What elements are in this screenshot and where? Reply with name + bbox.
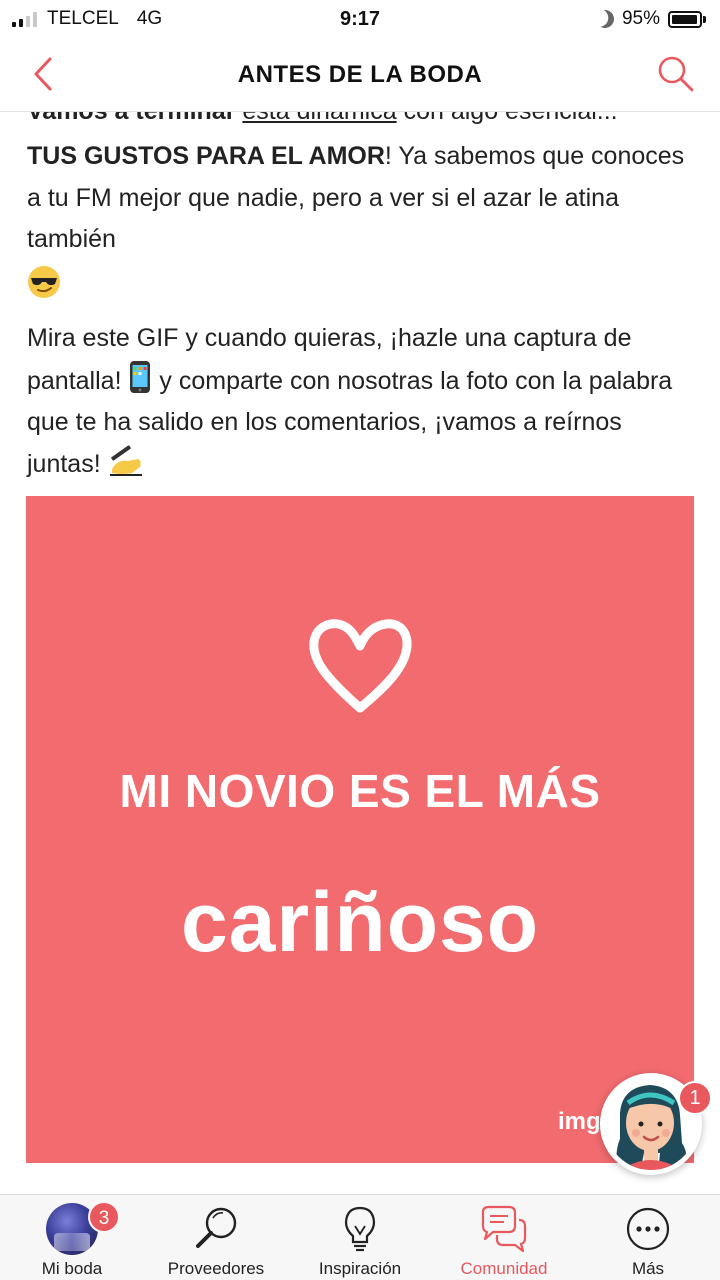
nav-icon-wrapper (188, 1203, 244, 1255)
nav-item-comunidad[interactable]: Comunidad (432, 1195, 576, 1280)
nav-label-mas: Más (631, 1259, 665, 1278)
nav-label-mi-boda: Mi boda (41, 1259, 103, 1278)
gif-text-line-1: MI NOVIO ES EL MÁS (119, 765, 601, 817)
chevron-left-icon (34, 57, 52, 91)
app-header: ANTES DE LA BODA (0, 38, 720, 112)
magnifier-icon (196, 1207, 237, 1248)
nav-label-inspiracion: Inspiración (318, 1259, 402, 1278)
writing-hand-icon (109, 444, 142, 476)
back-button[interactable] (28, 56, 64, 92)
carrier-name: TELCEL (47, 8, 119, 29)
post-text-cut-line: Vamos a terminar esta dinámica con algo … (27, 112, 697, 133)
nav-icon-wrapper (476, 1203, 532, 1255)
heart-icon (309, 619, 412, 713)
gif-watermark: img (558, 1108, 601, 1135)
search-icon (658, 56, 694, 92)
status-bar: TELCEL 4G 9:17 95% (0, 0, 720, 38)
cut-line-end: con algo esencial... (397, 112, 618, 125)
status-left: TELCEL 4G (12, 8, 162, 30)
network-type: 4G (136, 8, 163, 29)
chat-bubbles-icon (481, 1205, 527, 1253)
do-not-disturb-icon (593, 7, 616, 30)
mobile-phone-icon (130, 360, 151, 393)
post-paragraph-1: TUS GUSTOS PARA EL AMOR! Ya sabemos que … (27, 136, 697, 302)
signal-icon (12, 11, 37, 27)
battery-icon (668, 10, 706, 28)
nav-label-proveedores: Proveedores (167, 1259, 265, 1278)
gif-text-line-2: cariñoso (180, 875, 540, 969)
battery-percent: 95% (621, 8, 660, 29)
post-content: Vamos a terminar esta dinámica con algo … (0, 112, 720, 1194)
page-title: ANTES DE LA BODA (237, 60, 483, 88)
more-dots-icon (626, 1207, 670, 1251)
cut-line-start: Vamos a terminar (27, 112, 242, 125)
bottom-nav: 3 Mi boda Proveedores Inspiración Comuni… (0, 1194, 720, 1280)
sunglasses-emoji-icon (28, 265, 60, 298)
nav-item-proveedores[interactable]: Proveedores (144, 1195, 288, 1280)
search-button[interactable] (656, 54, 696, 94)
para1-bold: TUS GUSTOS PARA EL AMOR (27, 142, 385, 170)
nav-label-comunidad: Comunidad (460, 1259, 548, 1278)
nav-item-inspiracion[interactable]: Inspiración (288, 1195, 432, 1280)
dinamica-link[interactable]: esta dinámica (242, 112, 396, 125)
gif-image[interactable]: MI NOVIO ES EL MÁS cariñoso img (26, 496, 694, 1163)
assistant-notification-badge: 1 (678, 1081, 712, 1115)
lightbulb-icon (344, 1206, 376, 1252)
post-paragraph-2: Mira este GIF y cuando quieras, ¡hazle u… (27, 318, 697, 485)
status-right: 95% (596, 8, 706, 30)
nav-icon-wrapper (332, 1203, 388, 1255)
notification-badge: 3 (88, 1201, 120, 1233)
nav-icon-wrapper (620, 1203, 676, 1255)
nav-item-mas[interactable]: Más (576, 1195, 720, 1280)
nav-item-mi-boda[interactable]: 3 Mi boda (0, 1195, 144, 1280)
